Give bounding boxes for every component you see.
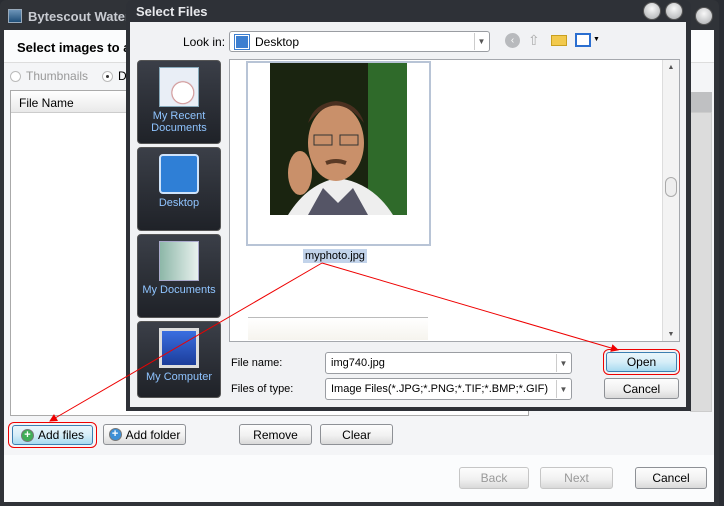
arrow-to-add-files xyxy=(49,262,323,422)
arrow-to-open xyxy=(321,262,619,352)
annotation-arrows xyxy=(49,262,619,422)
